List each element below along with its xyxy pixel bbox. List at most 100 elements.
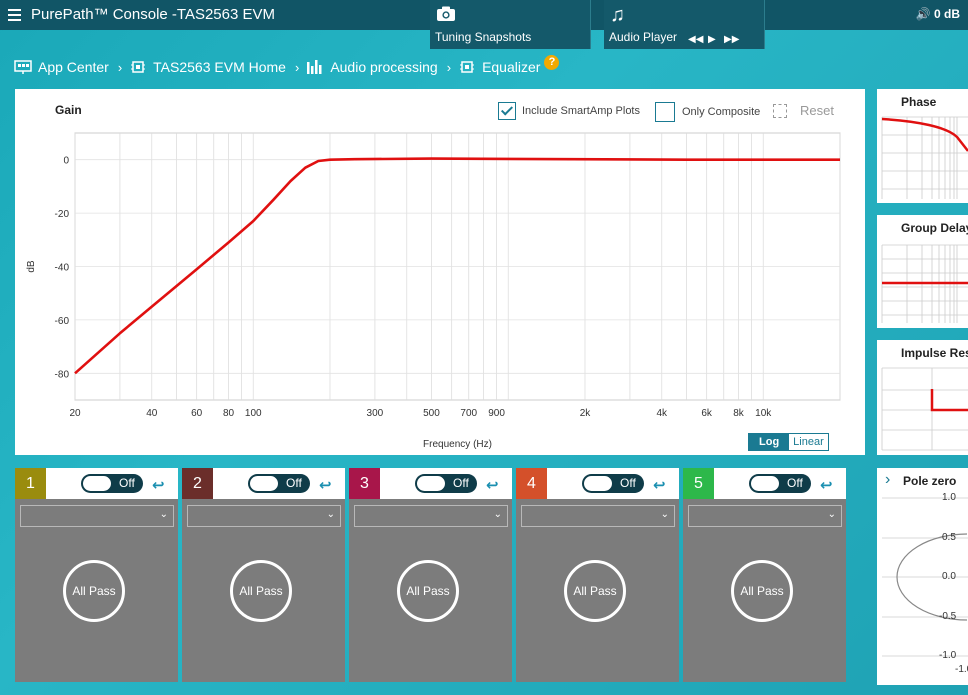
band-enable-toggle[interactable]: Off xyxy=(749,474,811,493)
volume-indicator[interactable]: 🔊 0 dB xyxy=(916,7,960,21)
breadcrumb-evm-home[interactable]: TAS2563 EVM Home xyxy=(129,59,286,75)
breadcrumb: App Center › TAS2563 EVM Home › Audio pr… xyxy=(14,54,560,76)
tuning-snapshots-label: Tuning Snapshots xyxy=(435,30,532,44)
band-header: 4 Off ↩ xyxy=(516,468,679,499)
eq-band-3: 3 Off ↩ ⌄ All Pass xyxy=(349,468,512,682)
chevron-right-icon[interactable]: › xyxy=(885,471,890,489)
breadcrumb-audio-processing[interactable]: Audio processing xyxy=(306,59,438,75)
tuning-snapshots-tab[interactable]: Tuning Snapshots xyxy=(430,0,591,49)
chevron-down-icon: ⌄ xyxy=(827,509,836,520)
chevron-right-icon: › xyxy=(117,59,123,75)
chevron-right-icon: › xyxy=(294,59,300,75)
pz-tick: -1.0 xyxy=(955,664,968,675)
x-tick-label: 900 xyxy=(488,408,505,419)
help-icon[interactable]: ? xyxy=(544,54,560,70)
group-delay-panel: Group Delay xyxy=(877,215,968,328)
x-tick-label: 80 xyxy=(223,408,235,419)
gain-chart: 20 40 60 80 100 300 500 700 900 2k 4k 6k 8k 10k 0 -20 -4… xyxy=(26,132,841,450)
y-tick-label: -20 xyxy=(55,209,70,220)
impulse-response-panel: Impulse Response xyxy=(877,340,968,455)
band-number: 1 xyxy=(15,468,46,499)
band-enable-toggle[interactable]: Off xyxy=(415,474,477,493)
speaker-icon: 🔊 xyxy=(915,7,931,21)
log-scale-button[interactable]: Log xyxy=(749,434,790,450)
filter-type-badge: All Pass xyxy=(230,560,292,622)
chevron-right-icon: › xyxy=(446,59,452,75)
link-icon[interactable]: ↩ xyxy=(319,476,332,494)
audio-player-tab[interactable]: ♫ Audio Player ◀◀ ▶ ▶▶ xyxy=(604,0,765,49)
reset-button[interactable]: Reset xyxy=(773,103,834,118)
y-tick-label: -40 xyxy=(55,263,70,274)
equalizer-bars-icon xyxy=(307,60,322,74)
only-composite-option[interactable]: Only Composite xyxy=(655,102,760,122)
filter-type-badge: All Pass xyxy=(564,560,626,622)
x-tick-label: 6k xyxy=(701,408,713,419)
chip-icon xyxy=(131,61,146,73)
pz-tick: 1.0 xyxy=(942,492,956,503)
rewind-icon[interactable]: ◀◀ xyxy=(688,34,703,45)
x-tick-label: 20 xyxy=(69,408,81,419)
play-icon[interactable]: ▶ xyxy=(708,34,716,45)
camera-icon xyxy=(437,6,455,21)
reset-zoom-icon xyxy=(773,103,787,118)
chevron-down-icon: ⌄ xyxy=(660,509,669,520)
x-tick-label: 700 xyxy=(460,408,477,419)
phase-title: Phase xyxy=(901,95,937,109)
y-tick-label: 0 xyxy=(63,156,69,167)
phase-panel: Phase xyxy=(877,89,968,203)
filter-type-select[interactable]: ⌄ xyxy=(187,505,341,527)
hamburger-menu-icon[interactable] xyxy=(8,9,21,21)
x-tick-label: 10k xyxy=(755,408,772,419)
y-axis-label: dB xyxy=(26,260,37,273)
link-icon[interactable]: ↩ xyxy=(152,476,165,494)
volume-value: 0 dB xyxy=(933,7,960,21)
pz-tick: -1.0 xyxy=(939,650,957,661)
group-delay-title: Group Delay xyxy=(901,221,968,235)
include-smartamp-option[interactable]: Include SmartAmp Plots xyxy=(498,102,640,120)
eq-band-2: 2 Off ↩ ⌄ All Pass xyxy=(182,468,345,682)
only-composite-checkbox[interactable] xyxy=(655,102,675,122)
gain-chart-panel: 20 40 60 80 100 300 500 700 900 2k 4k 6k 8k 10k 0 -20 -4… xyxy=(15,89,865,455)
filter-type-select[interactable]: ⌄ xyxy=(20,505,174,527)
band-enable-toggle[interactable]: Off xyxy=(582,474,644,493)
chevron-down-icon: ⌄ xyxy=(326,509,335,520)
breadcrumb-equalizer[interactable]: Equalizer xyxy=(458,59,540,75)
x-axis-label: Frequency (Hz) xyxy=(423,439,492,450)
linear-scale-button[interactable]: Linear xyxy=(789,434,828,450)
filter-type-select[interactable]: ⌄ xyxy=(354,505,508,527)
x-tick-label: 4k xyxy=(656,408,668,419)
y-tick-label: -80 xyxy=(55,369,70,380)
band-number: 3 xyxy=(349,468,380,499)
band-header: 2 Off ↩ xyxy=(182,468,345,499)
link-icon[interactable]: ↩ xyxy=(486,476,499,494)
link-icon[interactable]: ↩ xyxy=(820,476,833,494)
x-tick-label: 100 xyxy=(245,408,262,419)
breadcrumb-app-center[interactable]: App Center xyxy=(14,59,109,75)
band-enable-toggle[interactable]: Off xyxy=(81,474,143,493)
filter-type-select[interactable]: ⌄ xyxy=(521,505,675,527)
include-smartamp-checkbox[interactable] xyxy=(498,102,516,120)
scale-toggle: Log Linear xyxy=(748,433,829,451)
x-tick-label: 8k xyxy=(733,408,745,419)
y-tick-label: -60 xyxy=(55,316,70,327)
x-tick-label: 40 xyxy=(146,408,158,419)
band-enable-toggle[interactable]: Off xyxy=(248,474,310,493)
chevron-down-icon: ⌄ xyxy=(493,509,502,520)
fast-forward-icon[interactable]: ▶▶ xyxy=(724,34,739,45)
chip-icon xyxy=(460,61,475,73)
filter-type-badge: All Pass xyxy=(397,560,459,622)
filter-type-select[interactable]: ⌄ xyxy=(688,505,842,527)
x-tick-label: 2k xyxy=(580,408,592,419)
chevron-down-icon: ⌄ xyxy=(159,509,168,520)
app-center-icon xyxy=(14,60,32,74)
pole-zero-title: Pole zero xyxy=(903,474,957,488)
music-note-icon: ♫ xyxy=(610,4,625,26)
impulse-response-title: Impulse Response xyxy=(901,346,968,360)
eq-band-5: 5 Off ↩ ⌄ All Pass xyxy=(683,468,846,682)
link-icon[interactable]: ↩ xyxy=(653,476,666,494)
band-header: 3 Off ↩ xyxy=(349,468,512,499)
chart-title: Gain xyxy=(55,103,82,117)
band-number: 2 xyxy=(182,468,213,499)
band-number: 4 xyxy=(516,468,547,499)
filter-type-badge: All Pass xyxy=(63,560,125,622)
